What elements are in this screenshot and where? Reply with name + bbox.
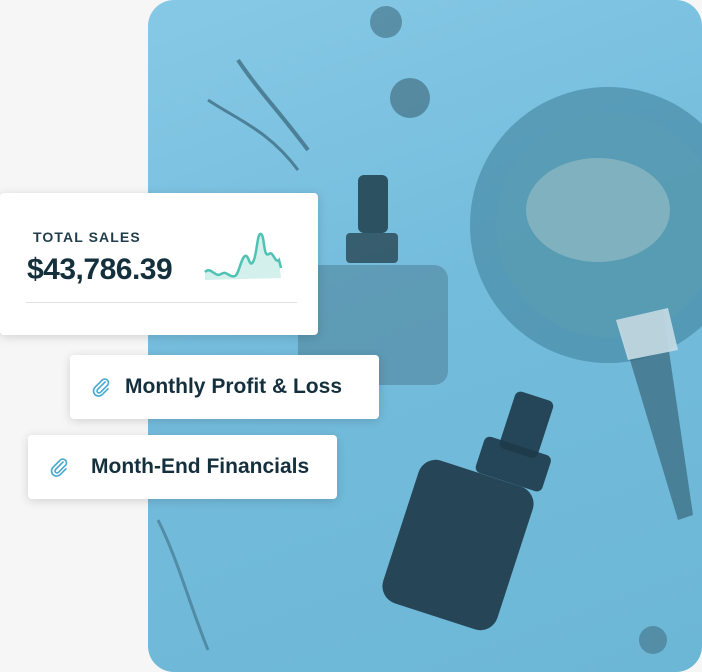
month-end-financials-link[interactable]: Month-End Financials — [28, 435, 337, 499]
sales-sparkline — [204, 232, 283, 280]
paperclip-icon — [50, 458, 68, 477]
paperclip-icon — [92, 378, 110, 397]
sales-divider — [26, 302, 297, 303]
hero-illustration — [156, 6, 702, 654]
hero-photo — [148, 0, 702, 672]
month-end-financials-label: Month-End Financials — [91, 455, 310, 478]
monthly-profit-loss-link[interactable]: Monthly Profit & Loss — [70, 355, 379, 419]
monthly-profit-loss-label: Monthly Profit & Loss — [125, 375, 342, 398]
total-sales-label: TOTAL SALES — [33, 229, 141, 245]
total-sales-value: $43,786.39 — [27, 253, 173, 286]
